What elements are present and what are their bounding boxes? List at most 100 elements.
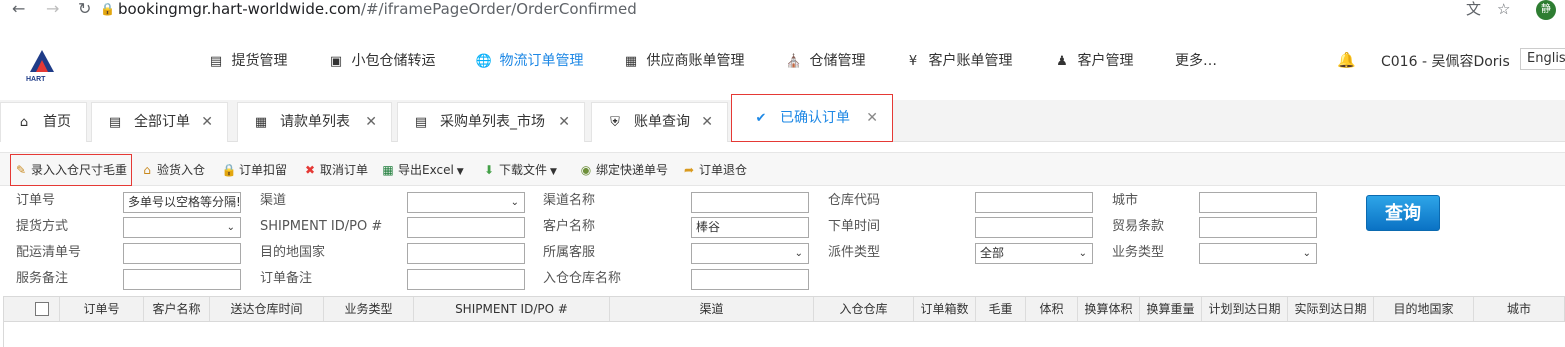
yen-icon: ¥	[908, 54, 918, 69]
select-all-column	[4, 297, 60, 321]
user-name[interactable]: C016 - 吴佩容Doris	[1381, 51, 1510, 71]
city-input[interactable]	[1199, 192, 1317, 213]
truck-icon: ▤	[209, 54, 223, 69]
pickup-method-select[interactable]: ⌄	[123, 217, 241, 238]
language-select[interactable]: English	[1520, 48, 1565, 70]
col-channel[interactable]: 渠道	[610, 297, 814, 321]
customer-service-select[interactable]: ⌄	[691, 243, 809, 264]
stowage-no-label: 配运清单号	[16, 245, 82, 260]
col-shipment-id[interactable]: SHIPMENT ID/PO #	[414, 297, 610, 321]
col-dest-country[interactable]: 目的地国家	[1374, 297, 1474, 321]
col-customer-name[interactable]: 客户名称	[144, 297, 210, 321]
city-label: 城市	[1112, 193, 1139, 208]
table-body	[3, 322, 1565, 347]
col-city[interactable]: 城市	[1474, 297, 1564, 321]
star-icon[interactable]: ☆	[1497, 0, 1510, 18]
nav-supplier-bills[interactable]: ▦ 供应商账单管理	[620, 51, 745, 72]
tab-bar: ⌂ 首页 ▤ 全部订单 ✕ ▦ 请款单列表 ✕ ▤ 采购单列表_市场 ✕ ⛨ 账单查询 ✕ ✔ 已确…	[0, 94, 1565, 142]
tab-purchase-orders-market[interactable]: ▤ 采购单列表_市场 ✕	[397, 102, 585, 142]
order-note-label: 订单备注	[260, 271, 313, 286]
col-converted-weight[interactable]: 换算重量	[1140, 297, 1202, 321]
col-order-no[interactable]: 订单号	[60, 297, 144, 321]
close-icon[interactable]: ✕	[365, 103, 377, 141]
business-type-select[interactable]: ⌄	[1199, 243, 1317, 264]
bind-express-number-button[interactable]: ◉ 绑定快递单号	[578, 158, 668, 182]
order-return-button[interactable]: ➦ 订单退仓	[681, 158, 747, 182]
close-icon[interactable]: ✕	[866, 95, 878, 141]
download-icon: ⬇	[483, 163, 495, 177]
close-icon[interactable]: ✕	[701, 103, 713, 141]
close-icon[interactable]: ✕	[558, 103, 570, 141]
customer-name-label: 客户名称	[543, 219, 596, 234]
channel-select[interactable]: ⌄	[407, 192, 525, 213]
service-note-input[interactable]	[123, 269, 241, 290]
nav-parcel-transfer[interactable]: ▣ 小包仓储转运	[325, 51, 436, 72]
order-time-input[interactable]	[975, 217, 1093, 238]
tab-payment-requests[interactable]: ▦ 请款单列表 ✕	[237, 102, 392, 142]
select-all-checkbox[interactable]	[35, 302, 49, 316]
home-icon: ⌂	[19, 115, 29, 130]
nav-logistics-orders[interactable]: 🌐 物流订单管理	[473, 51, 584, 72]
nav-warehouse-management[interactable]: ⛪ 仓储管理	[783, 51, 866, 72]
forward-arrow-icon[interactable]: →	[46, 0, 59, 18]
col-converted-volume[interactable]: 换算体积	[1078, 297, 1140, 321]
top-navigation: HART ▤ 提货管理 ▣ 小包仓储转运 🌐 物流订单管理 ▦ 供应商账单管理 …	[0, 20, 1565, 100]
nav-pickup-management[interactable]: ▤ 提货管理	[205, 51, 288, 72]
shipment-id-input[interactable]	[407, 217, 525, 238]
hold-order-button[interactable]: 🔒 订单扣留	[221, 158, 288, 182]
warehouse-name-label: 入仓仓库名称	[543, 271, 622, 286]
trade-terms-input[interactable]	[1199, 217, 1317, 238]
profile-avatar[interactable]: 静	[1536, 0, 1556, 20]
chevron-down-icon: ▼	[550, 167, 557, 177]
channel-name-label: 渠道名称	[543, 193, 596, 208]
col-planned-arrival[interactable]: 计划到达日期	[1202, 297, 1288, 321]
calendar-icon: ▦	[254, 115, 268, 130]
col-business-type[interactable]: 业务类型	[324, 297, 414, 321]
enter-dimensions-weight-button[interactable]: ✎ 录入入仓尺寸毛重	[10, 154, 133, 186]
translate-icon[interactable]: 文	[1466, 0, 1481, 18]
bell-icon[interactable]: 🔔	[1337, 51, 1356, 69]
order-note-input[interactable]	[407, 269, 525, 290]
hart-logo[interactable]: HART	[22, 44, 62, 84]
col-gross-weight[interactable]: 毛重	[976, 297, 1026, 321]
back-arrow-icon[interactable]: ←	[12, 0, 25, 18]
chevron-down-icon: ⌄	[1078, 248, 1087, 259]
tab-home[interactable]: ⌂ 首页	[0, 102, 87, 142]
export-excel-button[interactable]: ▦ 导出Excel ▼	[380, 158, 464, 182]
col-box-count[interactable]: 订单箱数	[914, 297, 976, 321]
warehouse-code-input[interactable]	[975, 192, 1093, 213]
warehouse-name-input[interactable]	[691, 269, 809, 290]
x-icon: ✖	[304, 163, 316, 177]
cancel-order-button[interactable]: ✖ 取消订单	[302, 158, 368, 182]
delivery-type-select[interactable]: 全部 ⌄	[975, 243, 1093, 264]
channel-name-input[interactable]	[691, 192, 809, 213]
inspect-warehouse-button[interactable]: ⌂ 验货入仓	[139, 158, 205, 182]
download-files-button[interactable]: ⬇ 下载文件 ▼	[481, 158, 557, 182]
query-button[interactable]: 查询	[1366, 195, 1440, 231]
reload-icon[interactable]: ↻	[78, 0, 91, 18]
customer-service-label: 所属客服	[543, 245, 596, 260]
tab-bill-query[interactable]: ⛨ 账单查询 ✕	[591, 102, 728, 142]
col-actual-arrival[interactable]: 实际到达日期	[1288, 297, 1374, 321]
service-note-label: 服务备注	[16, 271, 69, 286]
tab-confirmed-orders[interactable]: ✔ 已确认订单 ✕	[731, 94, 893, 142]
chevron-down-icon: ⌄	[226, 222, 235, 233]
nav-customer-management[interactable]: ♟ 客户管理	[1051, 51, 1133, 72]
address-url[interactable]: bookingmgr.hart-worldwide.com/#/iframePa…	[118, 0, 637, 18]
col-warehouse[interactable]: 入仓仓库	[814, 297, 914, 321]
warehouse-code-label: 仓库代码	[828, 193, 881, 208]
tab-all-orders[interactable]: ▤ 全部订单 ✕	[91, 102, 228, 142]
logo-text: HART	[26, 76, 46, 83]
check-circle-icon: ✔	[755, 111, 767, 126]
stowage-no-input[interactable]	[123, 243, 241, 264]
customer-name-input[interactable]: 棒谷	[691, 217, 809, 238]
dest-country-input[interactable]	[407, 243, 525, 264]
nav-customer-bills[interactable]: ¥ 客户账单管理	[902, 51, 1013, 72]
close-icon[interactable]: ✕	[201, 103, 213, 141]
chevron-down-icon: ▼	[456, 167, 464, 177]
nav-more[interactable]: 更多…	[1175, 51, 1217, 71]
col-volume[interactable]: 体积	[1026, 297, 1078, 321]
chevron-down-icon: ⌄	[510, 197, 519, 208]
order-no-input[interactable]: 多单号以空格等分隔!	[123, 192, 241, 213]
col-delivery-time[interactable]: 送达仓库时间	[210, 297, 324, 321]
